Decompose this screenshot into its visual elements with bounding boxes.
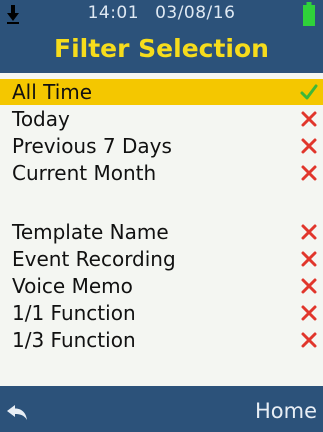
filter-label: Template Name: [12, 220, 169, 244]
cross-icon: [301, 251, 317, 267]
filter-row-previous-7-days[interactable]: Previous 7 Days: [0, 133, 323, 159]
cross-icon: [301, 305, 317, 321]
filter-row-1-3-function[interactable]: 1/3 Function: [0, 327, 323, 353]
filter-row-current-month[interactable]: Current Month: [0, 160, 323, 186]
back-arrow-icon[interactable]: [6, 404, 28, 422]
filter-label: Voice Memo: [12, 274, 133, 298]
filter-row-voice-memo[interactable]: Voice Memo: [0, 273, 323, 299]
filter-label: 1/3 Function: [12, 328, 136, 352]
clock: 14:01 03/08/16: [0, 3, 323, 23]
cross-icon: [301, 138, 317, 154]
filter-label: All Time: [12, 80, 93, 104]
home-button[interactable]: Home: [255, 398, 317, 424]
filter-row-today[interactable]: Today: [0, 106, 323, 132]
filter-label: 1/1 Function: [12, 301, 136, 325]
filter-row-1-1-function[interactable]: 1/1 Function: [0, 300, 323, 326]
header: 14:01 03/08/16 Filter Selection: [0, 0, 323, 73]
status-bar: 14:01 03/08/16: [0, 0, 323, 32]
battery-icon: [303, 2, 315, 26]
cross-icon: [301, 111, 317, 127]
filter-row-template-name[interactable]: Template Name: [0, 219, 323, 245]
filter-label: Current Month: [12, 161, 157, 185]
filter-label: Event Recording: [12, 247, 176, 271]
check-icon: [300, 84, 318, 100]
cross-icon: [301, 278, 317, 294]
filter-row-all-time[interactable]: All Time: [0, 79, 323, 105]
page-title: Filter Selection: [54, 34, 269, 63]
filter-label: Previous 7 Days: [12, 134, 172, 158]
cross-icon: [301, 165, 317, 181]
date-text: 03/08/16: [155, 3, 236, 23]
cross-icon: [301, 224, 317, 240]
footer-bar: Home: [0, 386, 323, 432]
cross-icon: [301, 332, 317, 348]
time-text: 14:01: [87, 3, 140, 23]
filter-label: Today: [12, 107, 70, 131]
filter-row-event-recording[interactable]: Event Recording: [0, 246, 323, 272]
